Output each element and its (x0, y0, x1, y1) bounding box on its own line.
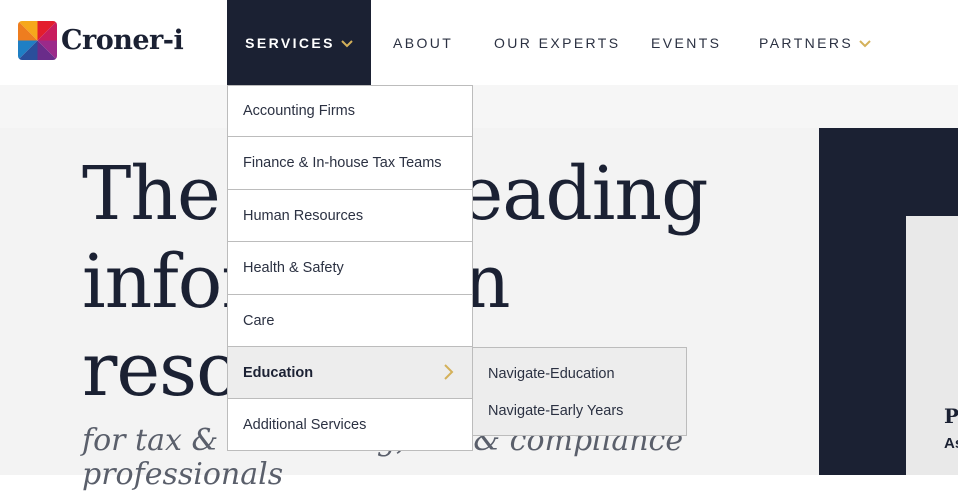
dropdown-item-label: Accounting Firms (243, 103, 356, 119)
nav-our-experts[interactable]: OUR EXPERTS (494, 0, 621, 85)
submenu-item-navigate-early-years[interactable]: Navigate-Early Years (488, 403, 623, 419)
feature-card-title: P (944, 404, 958, 428)
dropdown-item-label: Health & Safety (243, 260, 344, 276)
logo-mark-icon (18, 20, 57, 60)
dropdown-item-human-resources[interactable]: Human Resources (227, 189, 473, 241)
dropdown-item-care[interactable]: Care (227, 294, 473, 346)
submenu-item-navigate-education[interactable]: Navigate-Education (488, 366, 615, 382)
dropdown-item-label: Care (243, 312, 275, 329)
chevron-right-icon (440, 360, 458, 384)
dropdown-item-label: Additional Services (243, 416, 367, 433)
dropdown-item-label: Finance & In-house Tax Teams (243, 155, 442, 171)
chevron-down-icon (341, 35, 353, 51)
nav-events[interactable]: EVENTS (651, 0, 721, 85)
dropdown-item-label: Human Resources (243, 207, 364, 224)
chevron-down-icon (859, 35, 871, 51)
feature-card-subtitle: As (944, 435, 958, 452)
secondary-bar (0, 85, 958, 128)
nav-experts-label: OUR EXPERTS (494, 34, 621, 51)
dropdown-item-education[interactable]: Education (227, 346, 473, 398)
logo[interactable]: Croner-i (18, 19, 184, 61)
dropdown-item-additional-services[interactable]: Additional Services (227, 398, 473, 451)
dropdown-item-health-safety[interactable]: Health & Safety (227, 241, 473, 294)
dropdown-item-finance-tax[interactable]: Finance & In-house Tax Teams (227, 136, 473, 189)
nav-about-label: ABOUT (393, 34, 454, 51)
nav-services-label: SERVICES (245, 34, 335, 51)
education-submenu: Navigate-Education Navigate-Early Years (472, 347, 687, 436)
nav-partners-label: PARTNERS (759, 34, 854, 51)
site-header: Croner-i SERVICES ABOUT OUR EXPERTS EVEN… (0, 0, 958, 85)
dropdown-item-label: Education (243, 364, 314, 381)
logo-wordmark: Croner-i (61, 24, 184, 56)
services-dropdown: Accounting Firms Finance & In-house Tax … (227, 85, 473, 451)
dropdown-item-accounting-firms[interactable]: Accounting Firms (227, 85, 473, 136)
nav-services[interactable]: SERVICES (227, 0, 371, 85)
nav-about[interactable]: ABOUT (393, 0, 453, 85)
nav-partners[interactable]: PARTNERS (759, 0, 871, 85)
nav-events-label: EVENTS (651, 34, 722, 51)
